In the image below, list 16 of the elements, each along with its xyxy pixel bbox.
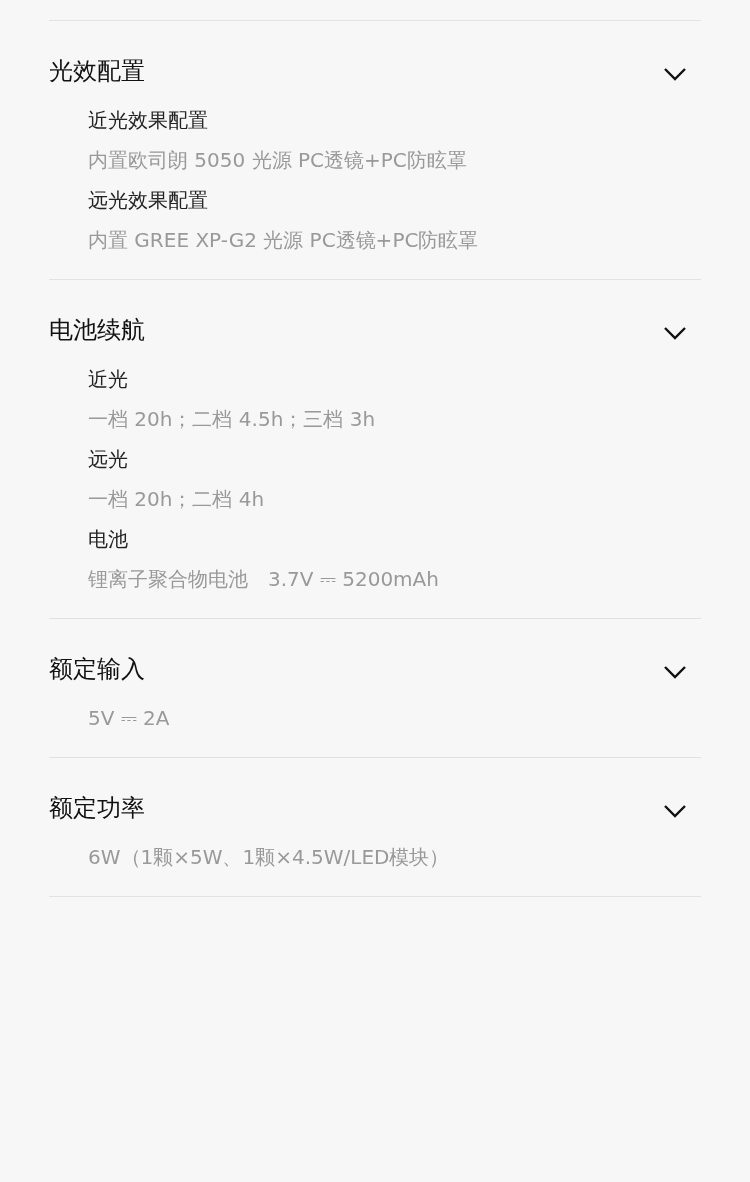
section-header[interactable]: 额定输入 <box>49 619 701 699</box>
section-header[interactable]: 额定功率 <box>49 758 701 838</box>
spec-value: 内置欧司朗 5050 光源 PC透镜+PC防眩罩 <box>88 147 468 173</box>
spec-label: 远光效果配置 <box>88 187 209 213</box>
section-header[interactable]: 电池续航 <box>49 280 701 360</box>
spec-label: 近光效果配置 <box>88 107 209 133</box>
spec-value: 6W（1颗×5W、1颗×4.5W/LED模块） <box>88 844 451 870</box>
spec-label: 电池 <box>88 526 129 552</box>
section-header[interactable]: 光效配置 <box>49 21 701 101</box>
spec-label: 近光 <box>88 366 129 392</box>
spec-value: 一档 20h；二档 4h <box>88 486 266 512</box>
spec-label: 远光 <box>88 446 129 472</box>
spec-value: 内置 GREE XP-G2 光源 PC透镜+PC防眩罩 <box>88 227 480 253</box>
spec-value: 锂离子聚合物电池 3.7V ⎓ 5200mAh <box>88 566 440 592</box>
spec-value: 5V ⎓ 2A <box>88 705 171 731</box>
spec-value: 一档 20h；二档 4.5h；三档 3h <box>88 406 377 432</box>
